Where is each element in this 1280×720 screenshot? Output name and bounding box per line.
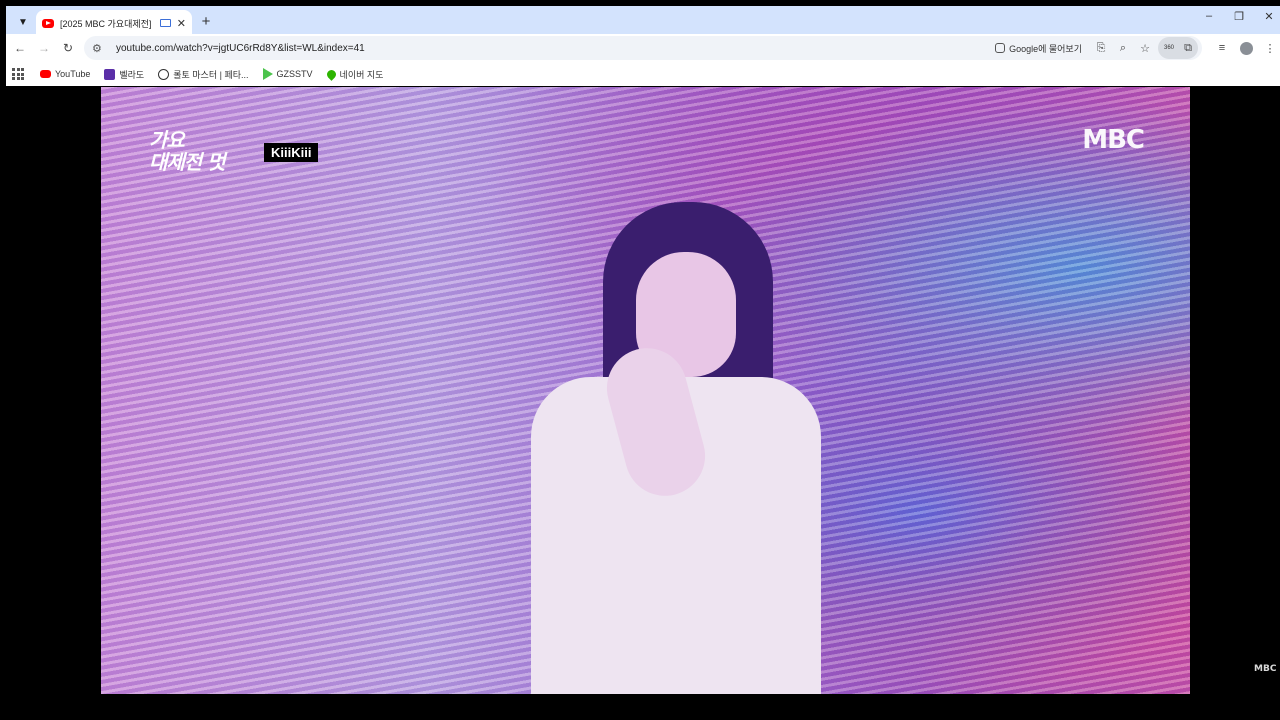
bookmark-label: 롤토 마스터 | 페타...	[173, 69, 249, 80]
menu-kebab-icon[interactable]: ⋮	[1260, 38, 1280, 58]
broadcaster-logo: MBC	[1082, 125, 1145, 155]
youtube-icon	[40, 70, 51, 78]
zoom-icon[interactable]: ⌕	[1114, 39, 1132, 57]
active-tab[interactable]: [2025 MBC 가요대제전] Kii ✕	[36, 10, 192, 36]
bookmark-label: 벨라도	[119, 69, 145, 80]
play-triangle-icon	[262, 68, 273, 80]
bookmark-label: YouTube	[55, 69, 91, 79]
bookmark-star-icon[interactable]: ☆	[1136, 39, 1154, 57]
bookmark-naver-map[interactable]: 네이버 지도	[321, 66, 390, 83]
performer-image	[521, 197, 821, 694]
media-control-icon[interactable]: ≡	[1212, 38, 1232, 58]
new-tab-button[interactable]: +	[196, 11, 216, 31]
profile-avatar[interactable]	[1236, 38, 1256, 58]
extensions-puzzle-icon[interactable]: ⧉	[1178, 38, 1198, 58]
bookmark-label: 네이버 지도	[339, 69, 384, 80]
bookmark-bellado[interactable]: 벨라도	[98, 66, 150, 83]
close-window-button[interactable]: ✕	[1254, 10, 1280, 23]
site-info-icon[interactable]: ⚙	[92, 42, 108, 55]
open-in-app-icon[interactable]: ⎘	[1092, 39, 1110, 57]
show-logo-line1: 가요	[149, 128, 185, 152]
show-logo: 가요 대제전 멋	[149, 129, 261, 181]
bookmark-label: GZSSTV	[276, 69, 313, 79]
tab-strip: ▼ [2025 MBC 가요대제전] Kii ✕ + – ❐ ✕	[6, 6, 1280, 36]
video-player[interactable]: 가요 대제전 멋 KiiiKiii MBC	[101, 87, 1190, 694]
google-lens-chip[interactable]: Google에 물어보기	[995, 39, 1082, 57]
back-button[interactable]: ←	[10, 38, 30, 58]
lens-icon	[995, 43, 1006, 53]
reload-button[interactable]: ↻	[58, 38, 78, 58]
youtube-icon	[42, 18, 54, 28]
bookmarks-bar: YouTube 벨라도 롤토 마스터 | 페타... GZSSTV 네이버 지도	[6, 62, 1280, 86]
artist-badge: KiiiKiii	[264, 143, 319, 162]
tab-close-button[interactable]: ✕	[177, 17, 186, 30]
extension-360-label: 360	[1164, 45, 1175, 51]
apps-grid-icon[interactable]	[12, 68, 24, 80]
avatar	[1239, 41, 1253, 55]
tab-title: [2025 MBC 가요대제전] Kii	[60, 18, 154, 29]
v-logo-icon	[104, 68, 116, 80]
minimize-button[interactable]: –	[1194, 10, 1224, 22]
url-text[interactable]: youtube.com/watch?v=jgtUC6rRd8Y&list=WL&…	[116, 43, 365, 54]
bookmark-gzsstv[interactable]: GZSSTV	[257, 66, 319, 82]
address-bar[interactable]: ⚙ youtube.com/watch?v=jgtUC6rRd8Y&list=W…	[84, 36, 1202, 60]
show-logo-line2: 대제전 멋	[149, 150, 226, 174]
map-pin-icon	[324, 67, 338, 81]
restore-button[interactable]: ❐	[1224, 10, 1254, 23]
corner-watermark: MBC	[1254, 664, 1277, 674]
forward-button[interactable]: →	[34, 38, 54, 58]
tab-search-button[interactable]: ▼	[12, 11, 34, 33]
chevron-down-icon: ▼	[18, 16, 28, 28]
browser-toolbar: ← → ↻ ⚙ youtube.com/watch?v=jgtUC6rRd8Y&…	[6, 34, 1280, 62]
bookmark-youtube[interactable]: YouTube	[34, 67, 96, 81]
circle-icon	[158, 68, 170, 80]
bookmark-lolto-master[interactable]: 롤토 마스터 | 페타...	[152, 66, 254, 83]
google-lens-label: Google에 물어보기	[1009, 43, 1082, 54]
picture-in-picture-icon	[159, 19, 171, 27]
